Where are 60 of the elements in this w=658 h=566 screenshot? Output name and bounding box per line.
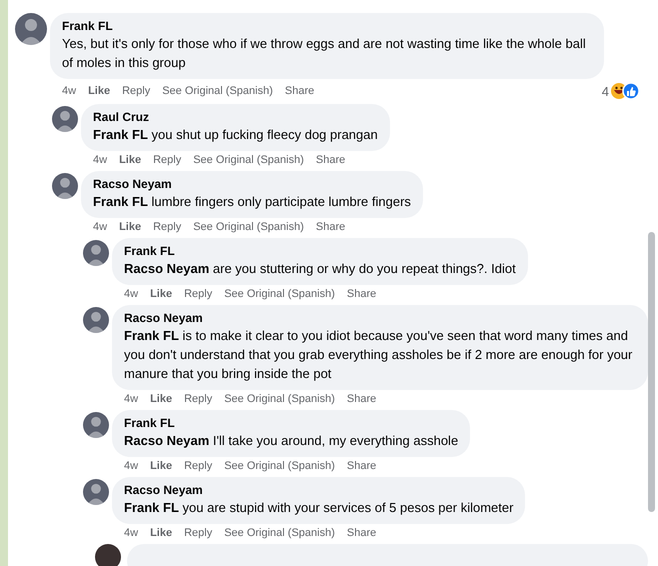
like-link[interactable]: Like (150, 288, 172, 301)
comment-text: Frank FL you are stupid with your services of 5 pesos per kilometer (124, 499, 514, 517)
comment-time[interactable]: 4w (124, 288, 138, 301)
like-link[interactable]: Like (150, 393, 172, 406)
comment-time[interactable]: 4w (124, 460, 138, 473)
see-original-link[interactable]: See Original (Spanish) (193, 154, 304, 167)
comment-text: Racso Neyam I'll take you around, my everything asshole (124, 432, 458, 450)
avatar[interactable] (83, 479, 109, 505)
reply-link[interactable]: Reply (122, 84, 150, 98)
author-name[interactable]: Raul Cruz (93, 110, 378, 125)
avatar[interactable] (83, 412, 109, 438)
comment-text: Frank FL is to make it clear to you idiot because you've seen that word many times and you don't understand that you grab everything assholes be if 2 more are enough for your manure that you bring inside the pot (124, 327, 634, 383)
comment-time[interactable]: 4w (124, 393, 138, 406)
see-original-link[interactable]: See Original (Spanish) (224, 393, 335, 406)
like-link[interactable]: Like (150, 527, 172, 540)
avatar[interactable] (52, 173, 78, 199)
reaction-icons (610, 82, 640, 100)
author-name[interactable]: Racso Neyam (124, 483, 514, 498)
share-link[interactable]: Share (346, 460, 376, 473)
comment-text: Frank FL you shut up fucking fleecy dog prangan (93, 126, 378, 144)
avatar[interactable] (15, 13, 47, 45)
comment-text: Frank FL lumbre fingers only participate lumbre fingers (93, 193, 411, 211)
see-original-link[interactable]: See Original (Spanish) (193, 221, 304, 234)
avatar[interactable] (52, 106, 78, 132)
avatar (95, 544, 121, 566)
scrollbar[interactable] (648, 232, 655, 512)
share-link[interactable]: Share (316, 154, 346, 167)
reply-link[interactable]: Reply (153, 154, 182, 167)
see-original-link[interactable]: See Original (Spanish) (224, 527, 335, 540)
author-name[interactable]: Frank FL (124, 416, 458, 431)
comment-text: Yes, but it's only for those who if we throw eggs and are not wasting time like the whole ball of moles in this group (62, 35, 587, 72)
see-original-link[interactable]: See Original (Spanish) (224, 460, 335, 473)
author-name[interactable]: Racso Neyam (124, 311, 636, 326)
author-name[interactable]: Racso Neyam (93, 177, 411, 192)
like-link[interactable]: Like (150, 460, 172, 473)
comment-time[interactable]: 4w (93, 221, 108, 234)
comment-time[interactable]: 4w (93, 154, 108, 167)
see-original-link[interactable]: See Original (Spanish) (162, 84, 273, 98)
share-link[interactable]: Share (346, 288, 376, 301)
like-link[interactable]: Like (119, 221, 142, 234)
share-link[interactable]: Share (346, 527, 376, 540)
reaction-count[interactable]: 4 (602, 84, 609, 98)
author-name[interactable]: Frank FL (124, 244, 516, 259)
reply-link[interactable]: Reply (153, 221, 182, 234)
author-name[interactable]: Frank FL (62, 19, 592, 34)
reply-link[interactable]: Reply (184, 527, 212, 540)
share-link[interactable]: Share (316, 221, 346, 234)
avatar[interactable] (83, 307, 109, 333)
avatar[interactable] (83, 240, 109, 266)
comment-text: Racso Neyam are you stuttering or why do you repeat things?. Idiot (124, 260, 516, 278)
reply-link[interactable]: Reply (184, 288, 212, 301)
share-link[interactable]: Share (284, 84, 314, 98)
share-link[interactable]: Share (346, 393, 376, 406)
comment-time[interactable]: 4w (124, 527, 138, 540)
comment-time[interactable]: 4w (62, 84, 76, 98)
like-link[interactable]: Like (119, 154, 142, 167)
see-original-link[interactable]: See Original (Spanish) (224, 288, 335, 301)
reply-link[interactable]: Reply (184, 393, 212, 406)
reply-link[interactable]: Reply (184, 460, 212, 473)
like-link[interactable]: Like (88, 84, 110, 98)
